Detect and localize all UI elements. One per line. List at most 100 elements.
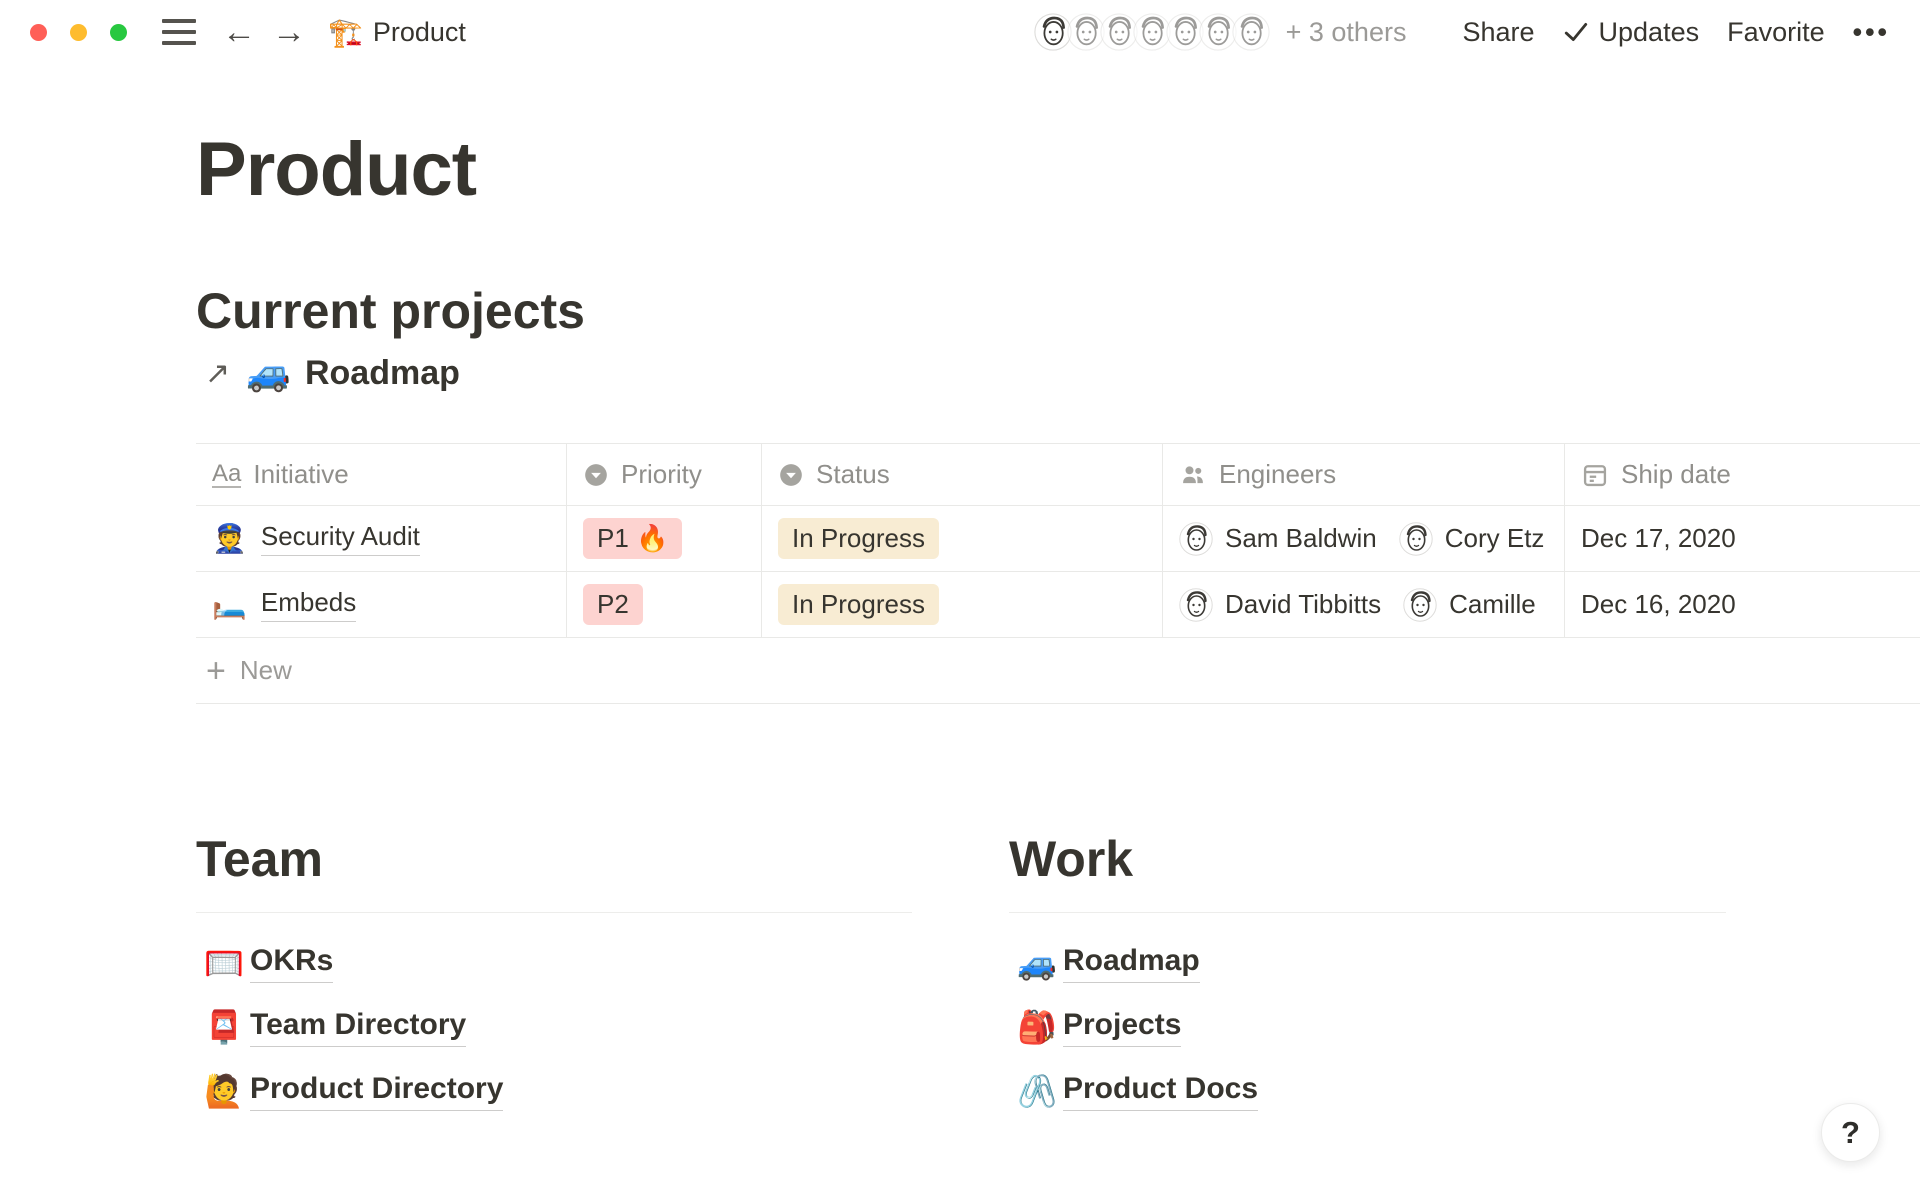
linked-database-title: Roadmap <box>305 354 460 393</box>
page-link-label: Projects <box>1063 1008 1181 1047</box>
column-header-priority[interactable]: Priority <box>567 444 762 505</box>
table-row: 👮 Security Audit P1 🔥 In Progress Sam Ba… <box>196 506 1920 572</box>
engineers-cell[interactable]: David Tibbitts Camille <box>1163 572 1565 637</box>
window-controls <box>30 24 150 41</box>
person-chip[interactable]: David Tibbitts <box>1179 588 1381 622</box>
page-link-roadmap[interactable]: 🚙 Roadmap <box>1009 931 1726 995</box>
ship-date: Dec 17, 2020 <box>1581 523 1736 554</box>
person-chip[interactable]: Sam Baldwin <box>1179 522 1377 556</box>
top-bar: ← → 🏗️ Product + 3 others Share Updates … <box>0 0 1920 64</box>
status-cell[interactable]: In Progress <box>762 572 1163 637</box>
topbar-left: ← → 🏗️ Product <box>30 15 466 49</box>
ship-date-cell[interactable]: Dec 17, 2020 <box>1565 506 1920 571</box>
breadcrumb[interactable]: 🏗️ Product <box>328 16 466 49</box>
status-cell[interactable]: In Progress <box>762 506 1163 571</box>
column-label: Engineers <box>1219 459 1336 490</box>
ship-date: Dec 16, 2020 <box>1581 589 1736 620</box>
page-link-okrs[interactable]: 🥅 OKRs <box>196 931 912 995</box>
avatar <box>1199 13 1237 51</box>
table-row: 🛏️ Embeds P2 In Progress David Tibbitts … <box>196 572 1920 638</box>
updates-label: Updates <box>1599 17 1700 48</box>
person-name: Camille <box>1449 589 1536 620</box>
help-button[interactable]: ? <box>1821 1103 1880 1162</box>
status-badge[interactable]: In Progress <box>778 584 939 625</box>
page-link-projects[interactable]: 🎒 Projects <box>1009 995 1726 1059</box>
page-emoji-icon: 🏗️ <box>328 16 363 49</box>
external-arrow-icon: ↗ <box>205 356 230 391</box>
initiative-link[interactable]: Security Audit <box>261 521 420 556</box>
column-header-ship-date[interactable]: Ship date <box>1565 444 1920 505</box>
car-emoji-icon: 🚙 <box>1017 944 1063 982</box>
goal-net-emoji-icon: 🥅 <box>204 944 250 982</box>
car-emoji-icon: 🚙 <box>246 352 291 394</box>
page-link-label: Roadmap <box>1063 944 1200 983</box>
priority-badge[interactable]: P2 <box>583 584 643 625</box>
person-name: David Tibbitts <box>1225 589 1381 620</box>
team-heading: Team <box>196 830 912 888</box>
select-property-icon <box>778 462 804 488</box>
new-row-button[interactable]: + New <box>196 638 1920 704</box>
backpack-emoji-icon: 🎒 <box>1017 1008 1063 1046</box>
current-projects-heading: Current projects <box>196 282 585 340</box>
initiative-cell[interactable]: 👮 Security Audit <box>196 506 567 571</box>
work-heading: Work <box>1009 830 1726 888</box>
initiative-cell[interactable]: 🛏️ Embeds <box>196 572 567 637</box>
select-property-icon <box>583 462 609 488</box>
calendar-property-icon <box>1581 461 1609 489</box>
page-link-team-directory[interactable]: 📮 Team Directory <box>196 995 912 1059</box>
postbox-emoji-icon: 📮 <box>204 1008 250 1046</box>
page-link-label: Product Directory <box>250 1072 503 1111</box>
avatar <box>1067 13 1105 51</box>
avatar <box>1034 13 1072 51</box>
page-link-label: Product Docs <box>1063 1072 1258 1111</box>
column-header-engineers[interactable]: Engineers <box>1163 444 1565 505</box>
bed-emoji-icon: 🛏️ <box>212 588 247 621</box>
column-header-status[interactable]: Status <box>762 444 1163 505</box>
team-section: Team 🥅 OKRs 📮 Team Directory 🙋 Product D… <box>196 830 912 1123</box>
sidebar-menu-icon[interactable] <box>162 19 196 45</box>
priority-cell[interactable]: P2 <box>567 572 762 637</box>
avatar <box>1403 588 1437 622</box>
priority-badge[interactable]: P1 🔥 <box>583 518 682 559</box>
linked-database-roadmap[interactable]: ↗ 🚙 Roadmap <box>205 352 460 394</box>
close-window-button[interactable] <box>30 24 47 41</box>
forward-arrow-icon[interactable]: → <box>272 15 306 49</box>
page-link-product-docs[interactable]: 🖇️ Product Docs <box>1009 1059 1726 1123</box>
column-label: Initiative <box>253 459 348 490</box>
initiative-link[interactable]: Embeds <box>261 587 356 622</box>
person-chip[interactable]: Cory Etz <box>1399 522 1545 556</box>
projects-table: Aa Initiative Priority Status Engineers <box>196 443 1920 704</box>
priority-cell[interactable]: P1 🔥 <box>567 506 762 571</box>
more-options-icon[interactable]: ••• <box>1853 17 1890 48</box>
divider <box>1009 912 1726 913</box>
avatar <box>1179 522 1213 556</box>
page-link-label: OKRs <box>250 944 333 983</box>
column-label: Ship date <box>1621 459 1731 490</box>
person-raising-hand-emoji-icon: 🙋 <box>204 1072 250 1110</box>
table-header-row: Aa Initiative Priority Status Engineers <box>196 443 1920 506</box>
people-property-icon <box>1179 461 1207 489</box>
avatar <box>1100 13 1138 51</box>
avatar <box>1166 13 1204 51</box>
person-chip[interactable]: Camille <box>1403 588 1536 622</box>
minimize-window-button[interactable] <box>70 24 87 41</box>
police-officer-emoji-icon: 👮 <box>212 522 247 555</box>
share-button[interactable]: Share <box>1462 17 1534 48</box>
zoom-window-button[interactable] <box>110 24 127 41</box>
column-label: Priority <box>621 459 702 490</box>
others-count[interactable]: + 3 others <box>1286 17 1407 48</box>
updates-button[interactable]: Updates <box>1563 17 1700 48</box>
plus-icon: + <box>206 654 226 688</box>
person-name: Cory Etz <box>1445 523 1545 554</box>
engineers-cell[interactable]: Sam Baldwin Cory Etz <box>1163 506 1565 571</box>
back-arrow-icon[interactable]: ← <box>222 15 256 49</box>
work-section: Work 🚙 Roadmap 🎒 Projects 🖇️ Product Doc… <box>1009 830 1726 1123</box>
avatar <box>1179 588 1213 622</box>
favorite-button[interactable]: Favorite <box>1727 17 1825 48</box>
avatar <box>1133 13 1171 51</box>
page-link-product-directory[interactable]: 🙋 Product Directory <box>196 1059 912 1123</box>
status-badge[interactable]: In Progress <box>778 518 939 559</box>
column-header-initiative[interactable]: Aa Initiative <box>196 444 567 505</box>
collaborator-facepile[interactable] <box>1034 13 1270 51</box>
ship-date-cell[interactable]: Dec 16, 2020 <box>1565 572 1920 637</box>
